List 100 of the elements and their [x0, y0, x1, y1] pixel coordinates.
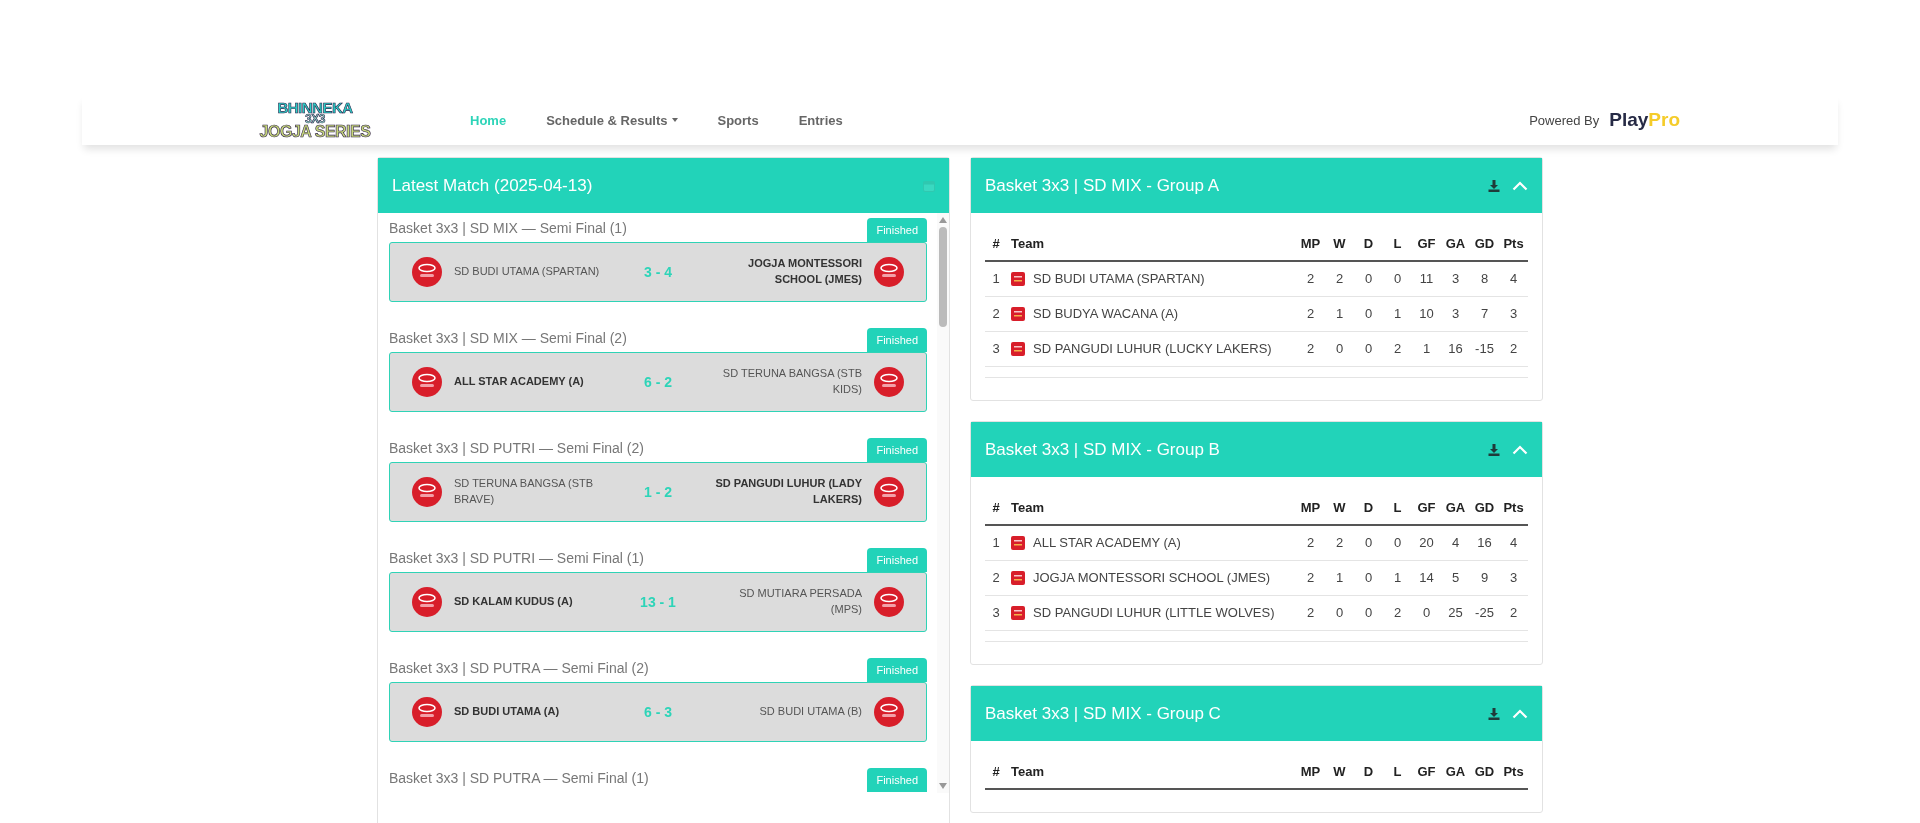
column-header: D: [1354, 227, 1383, 261]
status-badge: Finished: [867, 328, 927, 352]
stat-cell: 25: [1441, 595, 1470, 631]
column-header: W: [1325, 755, 1354, 789]
stat-cell: 0: [1354, 525, 1383, 561]
column-header: L: [1383, 755, 1412, 789]
stat-cell: 16: [1470, 525, 1499, 561]
column-header: Team: [1007, 755, 1296, 789]
match-score: 3 - 4: [643, 264, 673, 280]
scrollbar[interactable]: [937, 213, 949, 793]
column-header: GF: [1412, 227, 1441, 261]
stat-cell: -15: [1470, 331, 1499, 367]
team-logo-icon: [412, 367, 442, 397]
team-logo-icon: [874, 697, 904, 727]
match-category: Basket 3x3 | SD MIX — Semi Final (2): [389, 330, 627, 348]
chevron-icon[interactable]: [1512, 444, 1528, 455]
column-header: Pts: [1499, 227, 1528, 261]
download-icon[interactable]: [1488, 443, 1500, 456]
stat-cell: 1: [1325, 296, 1354, 332]
nav-link[interactable]: Schedule & Results: [546, 112, 678, 128]
match-card[interactable]: SD KALAM KUDUS (A) 13 - 1 SD MUTIARA PERSADA (MPS): [389, 572, 927, 632]
chevron-icon[interactable]: [1512, 708, 1528, 719]
match-card[interactable]: SD TERUNA BANGSA (STB BRAVE) 1 - 2 SD PANGUDI LUHUR (LADY LAKERS): [389, 462, 927, 522]
rank-cell: 3: [985, 595, 1007, 631]
stat-cell: 1: [1325, 560, 1354, 596]
chevron-icon[interactable]: [1512, 180, 1528, 191]
status-badge: Finished: [867, 548, 927, 572]
match-category: Basket 3x3 | SD PUTRI — Semi Final (2): [389, 440, 644, 458]
download-icon[interactable]: [1488, 179, 1500, 192]
stat-cell: 1: [1412, 331, 1441, 367]
column-header: W: [1325, 491, 1354, 525]
column-header: D: [1354, 491, 1383, 525]
team-logo-icon: [874, 367, 904, 397]
stat-cell: 1: [1383, 560, 1412, 596]
status-badge: Finished: [867, 438, 927, 462]
column-header: D: [1354, 755, 1383, 789]
stat-cell: 0: [1354, 560, 1383, 596]
column-header: GD: [1470, 491, 1499, 525]
team-logo-icon: [1011, 571, 1025, 585]
stat-cell: 0: [1412, 595, 1441, 631]
team-logo-icon: [1011, 307, 1025, 321]
match-category: Basket 3x3 | SD PUTRI — Semi Final (1): [389, 550, 644, 568]
match-score: 13 - 1: [639, 594, 677, 610]
team-logo-icon: [874, 257, 904, 287]
stat-cell: 0: [1325, 331, 1354, 367]
column-header: MP: [1296, 491, 1325, 525]
stat-cell: 2: [1296, 261, 1325, 297]
status-badge: Finished: [867, 658, 927, 682]
team-logo-icon: [1011, 342, 1025, 356]
column-header: GD: [1470, 227, 1499, 261]
team-logo-icon: [1011, 272, 1025, 286]
stat-cell: 14: [1412, 560, 1441, 596]
nav-link[interactable]: Sports: [717, 112, 759, 128]
column-header: GF: [1412, 755, 1441, 789]
stat-cell: 4: [1499, 261, 1528, 297]
stat-cell: -25: [1470, 595, 1499, 631]
column-header: Pts: [1499, 491, 1528, 525]
away-team-name: JOGJA MONTESSORI SCHOOL (JMES): [747, 256, 862, 287]
column-header: GA: [1441, 227, 1470, 261]
away-team-name: SD BUDI UTAMA (B): [758, 704, 862, 720]
match-category: Basket 3x3 | SD PUTRA — Semi Final (1): [389, 770, 649, 788]
stat-cell: 0: [1354, 296, 1383, 332]
panel-title: Basket 3x3 | SD MIX - Group A: [985, 175, 1219, 196]
column-header: #: [985, 491, 1007, 525]
match-card[interactable]: ALL STAR ACADEMY (A) 6 - 2 SD TERUNA BANGSA (STB KIDS): [389, 352, 927, 412]
stat-cell: 3: [1499, 560, 1528, 596]
nav-link[interactable]: Entries: [798, 112, 843, 128]
panel-title: Latest Match (2025-04-13): [392, 175, 593, 196]
stat-cell: 3: [1441, 261, 1470, 297]
rank-cell: 1: [985, 525, 1007, 561]
match-card[interactable]: SD BUDI UTAMA (SPARTAN) 3 - 4 JOGJA MONTESSORI SCHOOL (JMES): [389, 242, 927, 302]
stat-cell: 2: [1325, 261, 1354, 297]
column-header: Pts: [1499, 755, 1528, 789]
team-cell: ALL STAR ACADEMY (A): [1029, 525, 1296, 561]
stat-cell: 2: [1383, 595, 1412, 631]
match-score: 6 - 3: [643, 704, 673, 720]
match-card[interactable]: SD BUDI UTAMA (A) 6 - 3 SD BUDI UTAMA (B): [389, 682, 927, 742]
stat-cell: 11: [1412, 261, 1441, 297]
stat-cell: 2: [1296, 595, 1325, 631]
team-logo-icon: [1011, 606, 1025, 620]
caret-icon: [671, 118, 678, 122]
stat-cell: 2: [1296, 296, 1325, 332]
stat-cell: 2: [1325, 525, 1354, 561]
stat-cell: 10: [1412, 296, 1441, 332]
stat-cell: 2: [1499, 595, 1528, 631]
status-badge: Finished: [867, 218, 927, 242]
team-logo-icon: [412, 587, 442, 617]
column-header: MP: [1296, 755, 1325, 789]
stat-cell: 7: [1470, 296, 1499, 332]
away-team-name: SD PANGUDI LUHUR (LADY LAKERS): [714, 476, 862, 507]
column-header: #: [985, 755, 1007, 789]
column-header: GF: [1412, 491, 1441, 525]
rank-cell: 1: [985, 261, 1007, 297]
brand-logo[interactable]: PlayPro: [1609, 109, 1680, 131]
rank-cell: 3: [985, 331, 1007, 367]
away-team-name: SD MUTIARA PERSADA (MPS): [738, 586, 862, 617]
logo-text[interactable]: BHINNEKA: [277, 101, 353, 115]
download-icon[interactable]: [1488, 707, 1500, 720]
team-cell: JOGJA MONTESSORI SCHOOL (JMES): [1029, 560, 1296, 596]
stat-cell: 1: [1383, 296, 1412, 332]
